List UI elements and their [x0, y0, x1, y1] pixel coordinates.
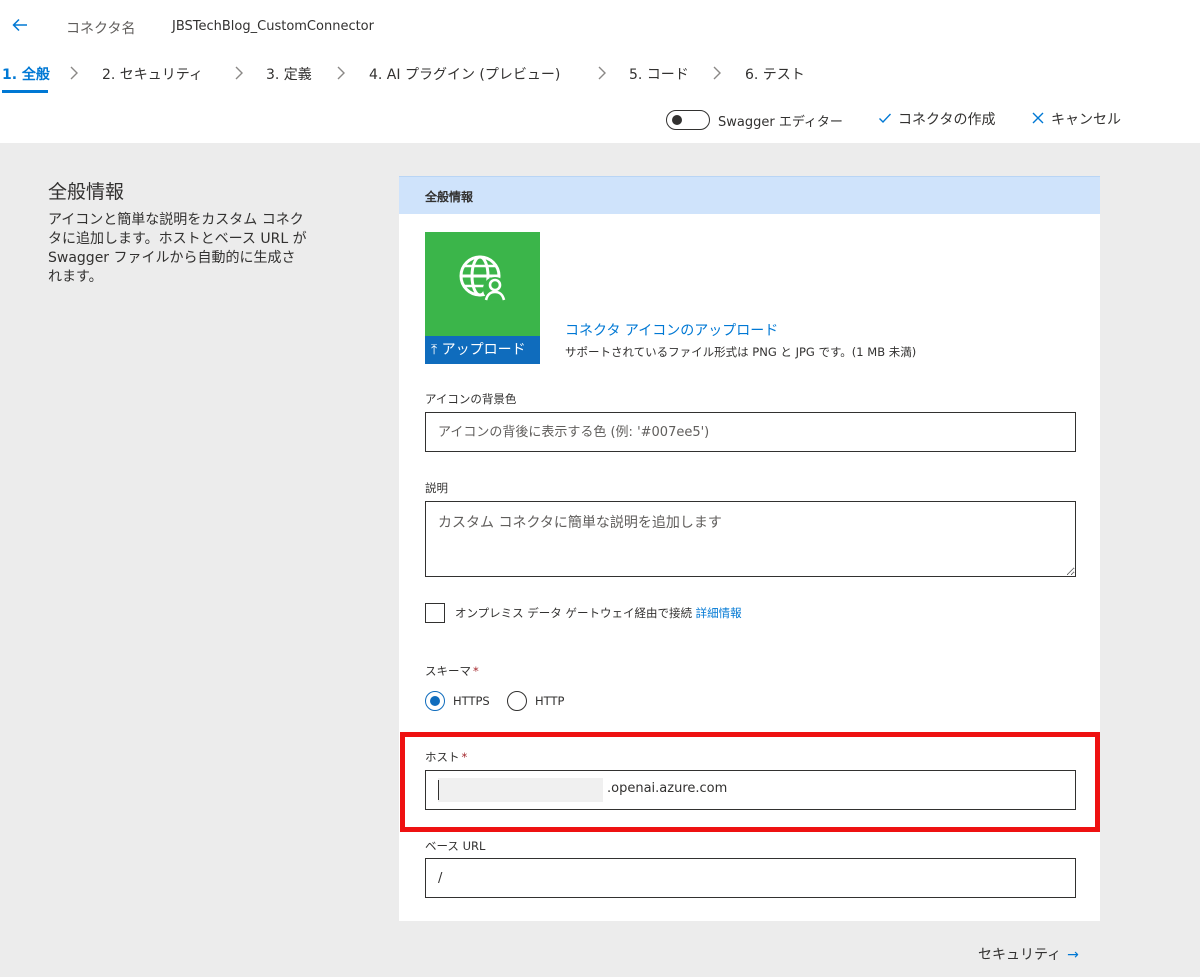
tab-ai-plugin[interactable]: 4. AI プラグイン (プレビュー): [369, 64, 560, 84]
arrow-right-icon: →: [1067, 947, 1079, 963]
scheme-radio-https-label: HTTPS: [453, 694, 490, 708]
scheme-radio-http[interactable]: [507, 691, 527, 711]
checkmark-icon: [879, 113, 892, 124]
next-security-label: セキュリティ: [978, 947, 1062, 963]
chevron-right-icon: [713, 66, 721, 80]
connector-icon-preview: ⤒ アップロード: [425, 232, 540, 364]
gateway-more-info-link[interactable]: 詳細情報: [696, 606, 742, 620]
toggle-knob: [672, 114, 682, 125]
scheme-radio-http-label: HTTP: [535, 694, 565, 708]
tab-code[interactable]: 5. コード: [629, 64, 689, 84]
top-bar: コネクタ名 JBSTechBlog_CustomConnector: [0, 0, 1200, 56]
swagger-editor-toggle[interactable]: [666, 110, 710, 130]
create-connector-button[interactable]: コネクタの作成: [878, 109, 995, 129]
connector-name-value: JBSTechBlog_CustomConnector: [172, 19, 374, 34]
chevron-right-icon: [70, 66, 78, 80]
cancel-button[interactable]: キャンセル: [1031, 109, 1121, 129]
swagger-editor-label: Swagger エディター: [718, 115, 843, 130]
base-url-label: ベース URL: [425, 839, 486, 853]
gateway-label: オンプレミス データ ゲートウェイ経由で接続 詳細情報: [455, 605, 742, 621]
section-title: 全般情報: [48, 181, 125, 203]
active-step-indicator: [2, 90, 48, 93]
chevron-right-icon: [235, 66, 243, 80]
globe-user-icon: [459, 255, 507, 301]
gateway-label-text: オンプレミス データ ゲートウェイ経由で接続: [455, 606, 692, 620]
description-label: 説明: [425, 481, 448, 495]
upload-button[interactable]: ⤒ アップロード: [425, 336, 540, 364]
card-header: 全般情報: [399, 176, 1100, 214]
tab-test[interactable]: 6. テスト: [745, 64, 805, 84]
description-textarea[interactable]: [425, 501, 1076, 577]
upload-icon-link[interactable]: コネクタ アイコンのアップロード: [565, 320, 778, 340]
scheme-label: スキーマ *: [425, 663, 479, 679]
scheme-radio-https[interactable]: [425, 691, 445, 711]
tab-security[interactable]: 2. セキュリティ: [102, 64, 203, 84]
next-security-button[interactable]: セキュリティ →: [978, 944, 1079, 964]
icon-bg-color-input[interactable]: [425, 412, 1076, 452]
required-marker: *: [473, 664, 479, 678]
upload-button-label: アップロード: [441, 342, 526, 358]
chevron-right-icon: [337, 66, 345, 80]
card-header-title: 全般情報: [425, 190, 474, 204]
upload-icon: ⤒: [431, 342, 438, 358]
tab-general[interactable]: 1. 全般: [2, 64, 50, 84]
close-icon: [1032, 112, 1044, 124]
tab-definition[interactable]: 3. 定義: [266, 64, 312, 84]
connector-name-label: コネクタ名: [66, 21, 136, 37]
section-description: アイコンと簡単な説明をカスタム コネクタに追加します。ホストとベース URL が…: [48, 212, 307, 285]
icon-bg-color-label: アイコンの背景色: [425, 392, 517, 406]
upload-hint: サポートされているファイル形式は PNG と JPG です。(1 MB 未満): [565, 345, 917, 359]
main-content: 全般情報 アイコンと簡単な説明をカスタム コネクタに追加します。ホストとベース …: [0, 143, 1200, 977]
back-arrow-icon[interactable]: [10, 15, 30, 35]
base-url-input[interactable]: [425, 858, 1076, 898]
host-highlight-box: [400, 732, 1100, 832]
gateway-checkbox[interactable]: [425, 603, 445, 623]
create-connector-label: コネクタの作成: [898, 112, 996, 128]
scheme-label-text: スキーマ: [425, 664, 471, 678]
chevron-right-icon: [598, 66, 606, 80]
wizard-steps: 1. 全般 2. セキュリティ 3. 定義 4. AI プラグイン (プレビュー…: [0, 60, 900, 96]
cancel-label: キャンセル: [1051, 112, 1121, 128]
